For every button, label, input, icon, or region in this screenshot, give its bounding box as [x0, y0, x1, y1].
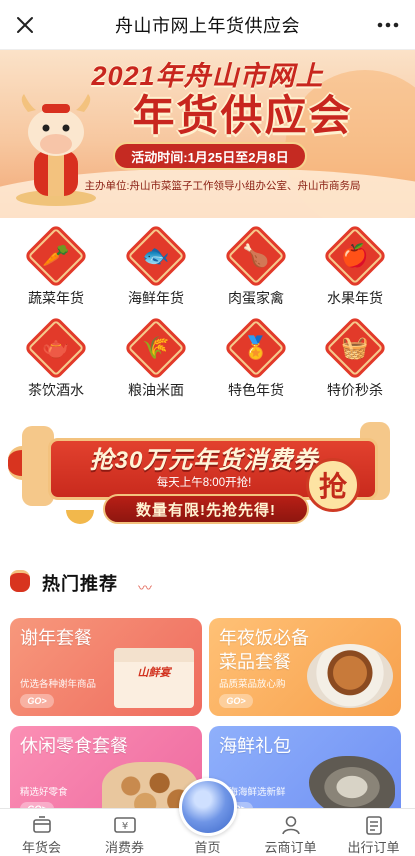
- category-item[interactable]: 🍗 肉蛋家禽: [206, 218, 306, 308]
- coupon-icon: ¥: [113, 815, 136, 835]
- card-title: 年夜饭必备 菜品套餐: [219, 626, 309, 674]
- category-label: 特色年货: [228, 382, 284, 398]
- card-title: 休闲零食套餐: [20, 736, 128, 756]
- category-label: 特价秒杀: [327, 382, 383, 398]
- tab-travel-orders[interactable]: 出行订单: [332, 809, 415, 856]
- card-title: 谢年套餐: [20, 628, 92, 648]
- apple-icon: 🍎: [341, 243, 369, 268]
- category-item[interactable]: 🐟 海鲜年货: [106, 218, 206, 308]
- product-card[interactable]: 年夜饭必备 菜品套餐 品质菜品放心购 GO>: [209, 618, 401, 716]
- fair-icon: [32, 815, 52, 835]
- tab-coupon[interactable]: ¥ 消费券: [83, 809, 166, 856]
- drumstick-icon: 🍗: [242, 243, 270, 268]
- teapot-icon: 🫖: [42, 335, 70, 360]
- category-item[interactable]: 🥕 蔬菜年货: [6, 218, 106, 308]
- tab-label: 年货会: [21, 840, 61, 855]
- category-label: 粮油米面: [128, 382, 184, 398]
- card-title: 海鲜礼包: [219, 736, 291, 756]
- card-title-line1: 年夜饭必备: [219, 628, 309, 648]
- tab-label: 云商订单: [264, 840, 317, 855]
- gift-box-image: 山鲜宴: [114, 648, 194, 708]
- category-grid: 🥕 蔬菜年货 🐟 海鲜年货 🍗 肉蛋家禽 🍎 水果年货 🫖 茶饮酒水 🌾 粮油米…: [0, 218, 415, 406]
- medal-icon: 🏅: [242, 335, 270, 360]
- lantern-icon: [10, 570, 30, 592]
- more-dots-icon[interactable]: [373, 10, 403, 40]
- fish-icon: 🐟: [142, 243, 170, 268]
- coupon-promo-banner[interactable]: 抢30万元年货消费券 每天上午8:00开抢! 抢 数量有限!先抢先得!: [0, 418, 415, 536]
- tab-fair[interactable]: 年货会: [0, 809, 83, 856]
- go-button[interactable]: GO>: [219, 694, 253, 708]
- card-desc: 精选好零食: [20, 787, 68, 798]
- category-item[interactable]: 🧺 特价秒杀: [305, 310, 405, 400]
- category-label: 茶饮酒水: [28, 382, 84, 398]
- gift-box-brand: 山鲜宴: [137, 667, 171, 679]
- tab-cloud-orders[interactable]: 云商订单: [249, 809, 332, 856]
- card-desc: 优选各种谢年商品: [20, 679, 97, 690]
- nav-bar: 舟山市网上年货供应会: [0, 0, 415, 50]
- grab-badge[interactable]: 抢: [306, 458, 360, 512]
- roast-dish-image: [307, 644, 393, 708]
- category-label: 蔬菜年货: [28, 290, 84, 306]
- home-ball-icon[interactable]: [179, 778, 237, 836]
- category-label: 肉蛋家禽: [228, 290, 284, 306]
- hot-section-header: 热门推荐 〰: [0, 560, 415, 600]
- category-item[interactable]: 🏅 特色年货: [206, 310, 306, 400]
- card-title-line2: 菜品套餐: [219, 652, 291, 672]
- tab-label: 消费券: [104, 840, 144, 855]
- section-title: 热门推荐: [42, 574, 118, 594]
- wheat-icon: 🌾: [142, 335, 170, 360]
- promo-headline: 抢30万元年货消费券: [89, 447, 319, 474]
- promo-pill-button[interactable]: 数量有限!先抢先得!: [103, 494, 309, 524]
- basket-icon: 🧺: [341, 335, 369, 360]
- category-item[interactable]: 🍎 水果年货: [305, 218, 405, 308]
- promo-subline: 每天上午8:00开抢!: [156, 477, 252, 489]
- tab-label: 出行订单: [347, 840, 400, 855]
- page-title: 舟山市网上年货供应会: [115, 15, 300, 36]
- category-label: 海鲜年货: [128, 290, 184, 306]
- category-label: 水果年货: [327, 290, 383, 306]
- product-card[interactable]: 谢年套餐 山鲜宴 优选各种谢年商品 GO>: [10, 618, 202, 716]
- banner-title-line2: 年货供应会: [132, 92, 353, 139]
- category-item[interactable]: 🌾 粮油米面: [106, 310, 206, 400]
- card-desc: 品质菜品放心购: [219, 679, 286, 690]
- event-host: 主办单位:舟山市菜篮子工作领导小组办公室、舟山市商务局: [84, 180, 361, 192]
- order-list-icon: [365, 815, 383, 835]
- carrot-icon: 🥕: [42, 243, 70, 268]
- gold-ingot-icon: [66, 510, 94, 524]
- event-time-badge: 活动时间:1月25日至2月8日: [113, 142, 307, 170]
- category-item[interactable]: 🫖 茶饮酒水: [6, 310, 106, 400]
- svg-text:¥: ¥: [121, 821, 127, 832]
- event-banner[interactable]: 2021年舟山市网上 年货供应会 活动时间:1月25日至2月8日 主办单位:舟山…: [0, 50, 415, 218]
- close-icon[interactable]: [10, 10, 40, 40]
- swirl-icon: 〰: [138, 580, 152, 596]
- go-button[interactable]: GO>: [20, 694, 54, 708]
- user-icon: [281, 815, 301, 835]
- tab-label: 首页: [194, 840, 221, 855]
